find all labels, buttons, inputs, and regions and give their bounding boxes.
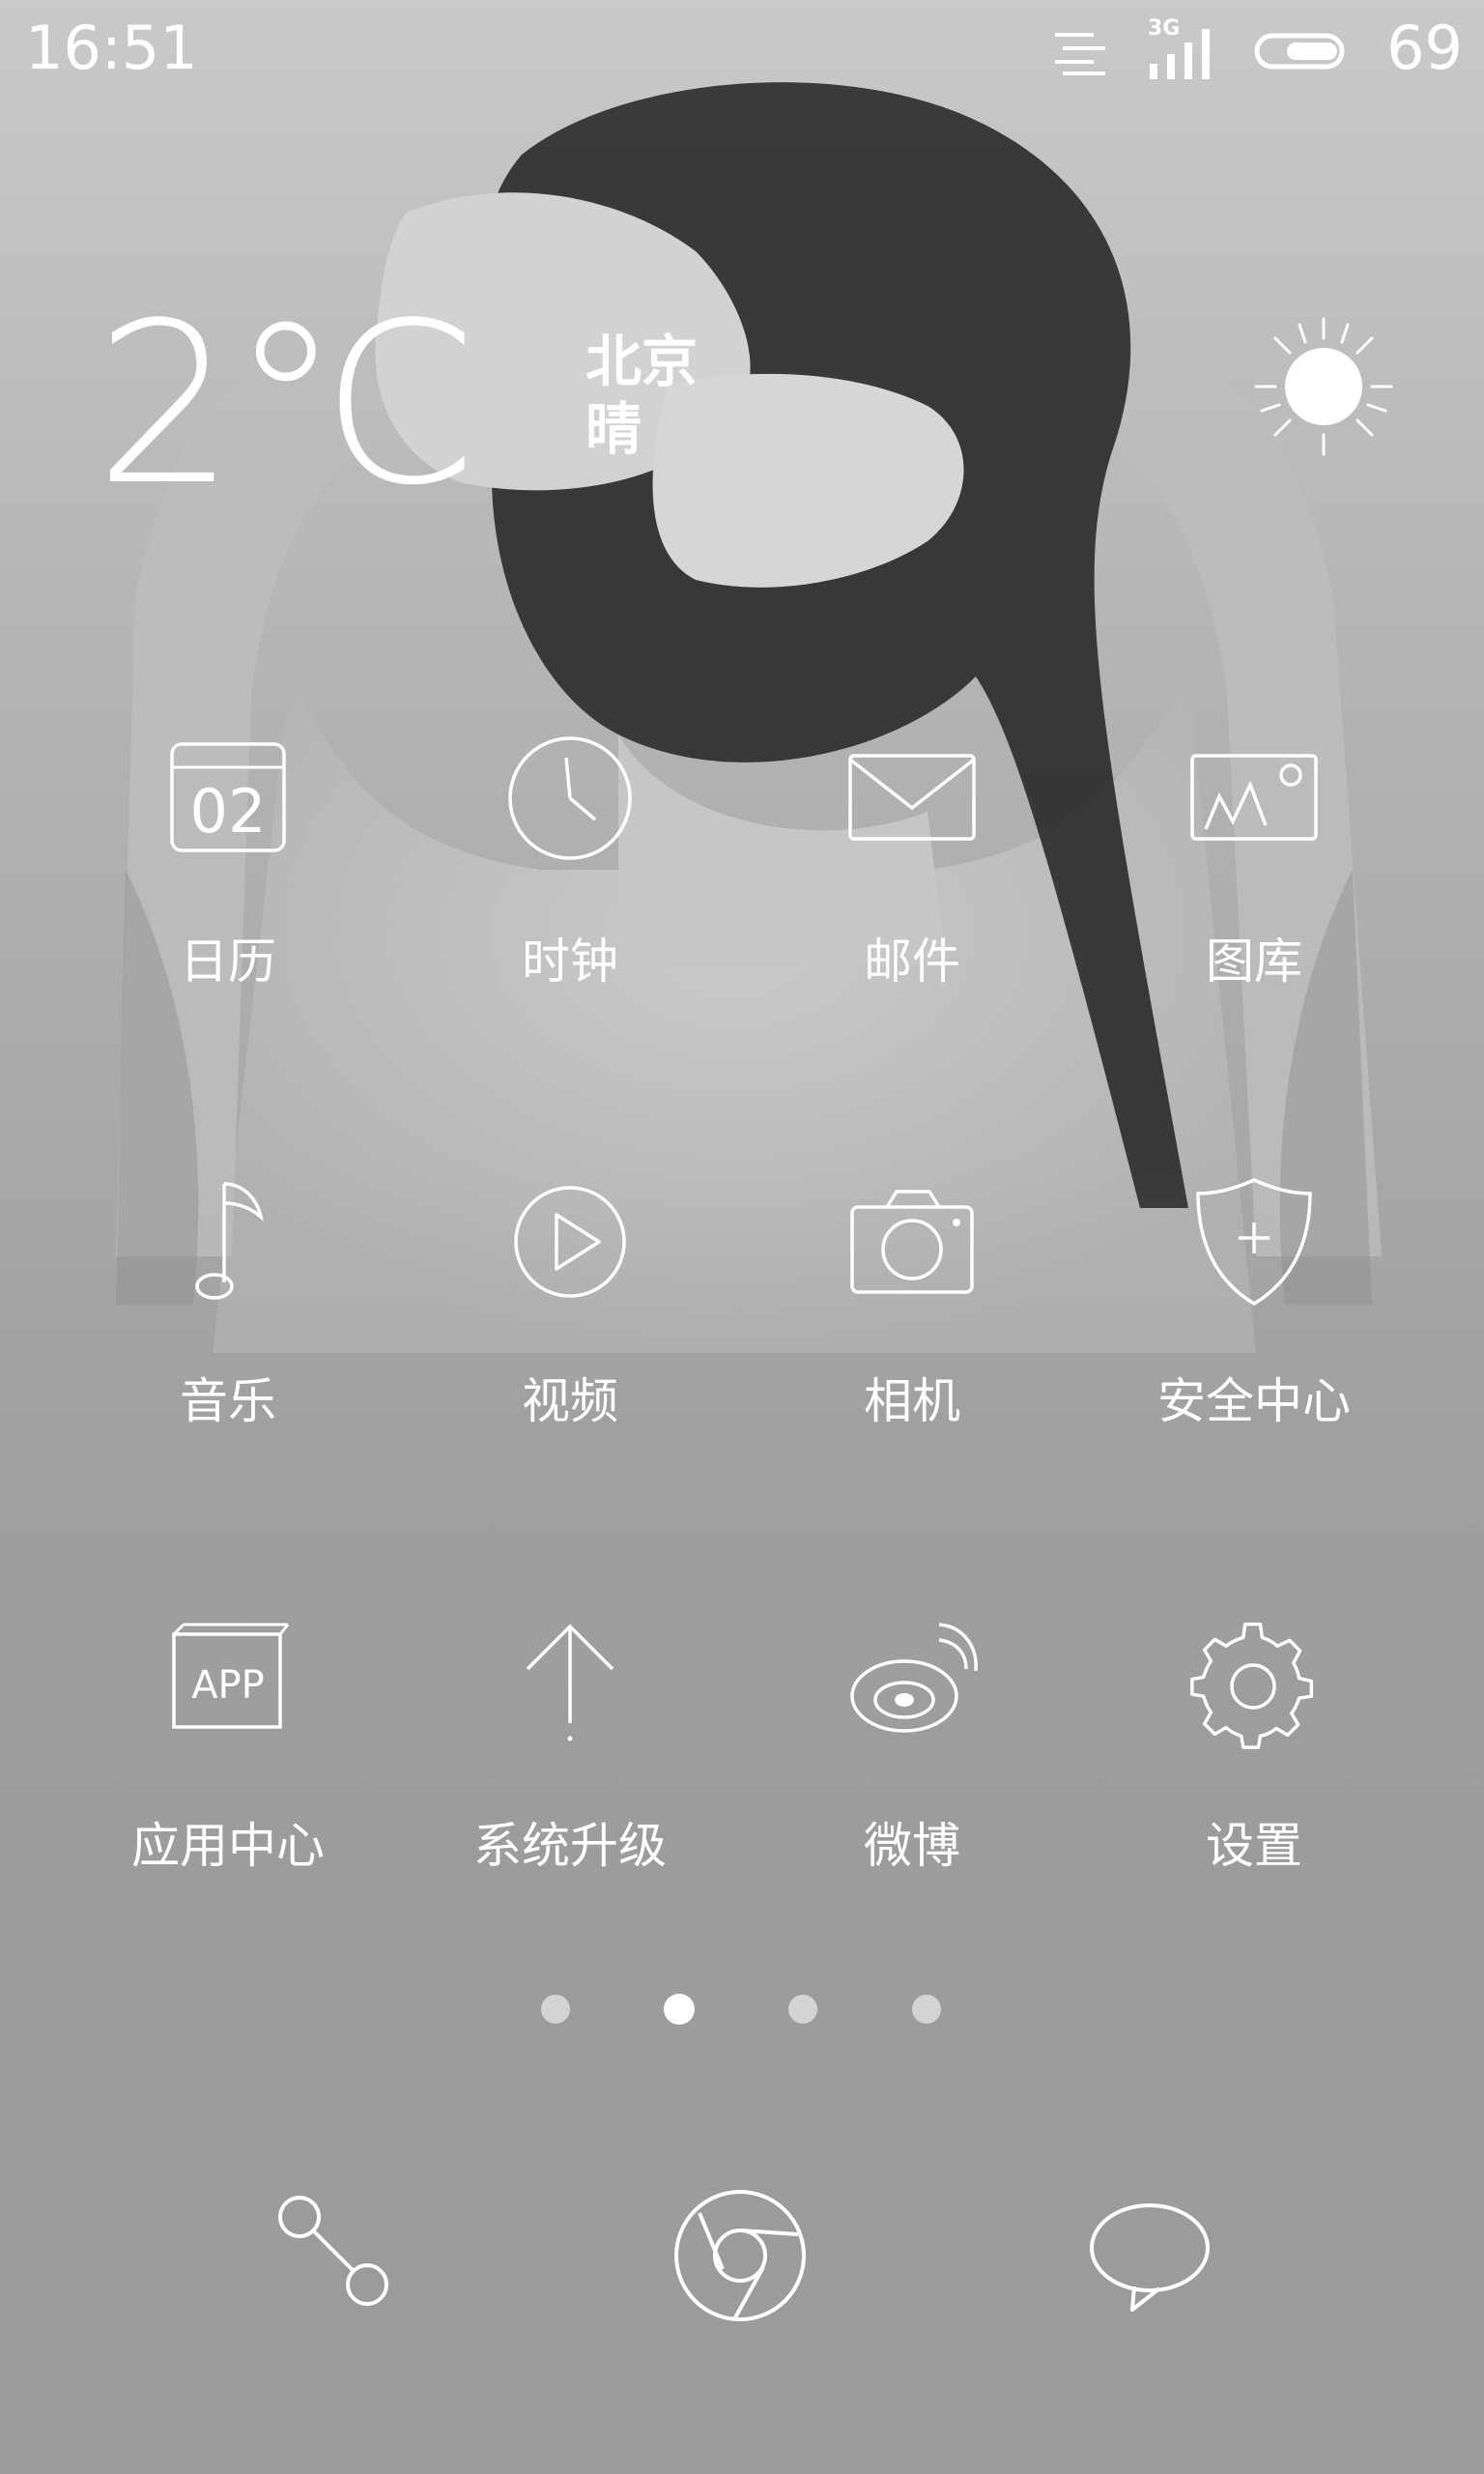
app-app-center[interactable]: APP 应用中心 (57, 1619, 399, 1889)
app-label: 音乐 (180, 1373, 276, 1429)
notification-lines-icon (1055, 33, 1105, 75)
sun-icon (1254, 317, 1393, 456)
app-calendar[interactable]: 02 日历 (57, 734, 399, 1005)
status-time: 16:51 (25, 13, 198, 83)
app-label: 相机 (864, 1373, 960, 1429)
page-dot-4[interactable] (912, 1995, 941, 2024)
app-weibo[interactable]: 微博 (741, 1619, 1083, 1889)
clock-icon (508, 736, 632, 860)
app-settings[interactable]: 设置 (1083, 1619, 1425, 1889)
battery-percent: 69 (1386, 13, 1463, 83)
app-label: 设置 (1206, 1818, 1302, 1874)
message-bubble-icon[interactable] (1072, 2182, 1227, 2337)
status-bar: 16:51 3G 69 (0, 0, 1484, 101)
app-label: 时钟 (522, 934, 618, 990)
app-label: 邮件 (864, 934, 960, 990)
phone-icon[interactable] (253, 2182, 408, 2337)
gear-icon (1190, 1623, 1314, 1749)
page-dot-1[interactable] (541, 1995, 570, 2024)
app-clock[interactable]: 时钟 (399, 734, 741, 1005)
weather-condition: 晴 (585, 396, 642, 462)
app-security-center[interactable]: 安全中心 (1083, 1174, 1425, 1445)
page-dot-2-active[interactable] (664, 1994, 695, 2025)
battery-icon (1254, 33, 1345, 70)
app-camera[interactable]: 相机 (741, 1174, 1083, 1445)
temperature: 2℃ (95, 276, 480, 534)
shield-plus-icon (1196, 1178, 1312, 1307)
app-music[interactable]: 音乐 (57, 1174, 399, 1445)
app-label: 视频 (522, 1373, 618, 1429)
app-system-update[interactable]: 系统升级 (399, 1619, 741, 1889)
gallery-icon (1190, 754, 1318, 841)
camera-icon (850, 1190, 974, 1294)
arrow-up-icon (526, 1624, 614, 1741)
weather-widget[interactable]: 2℃ 北京 晴 (0, 271, 1484, 522)
app-mail[interactable]: 邮件 (741, 734, 1083, 1005)
app-video[interactable]: 视频 (399, 1174, 741, 1445)
app-label: 应用中心 (131, 1818, 325, 1874)
app-label: 微博 (864, 1818, 960, 1874)
app-store-icon-text: APP (191, 1663, 265, 1708)
city-name: 北京 (585, 329, 699, 394)
weibo-icon (850, 1623, 978, 1733)
app-label: 日历 (180, 934, 276, 990)
browser-icon[interactable] (663, 2182, 817, 2337)
app-label: 系统升级 (473, 1818, 667, 1874)
app-label: 图库 (1206, 934, 1302, 990)
signal-3g-icon: 3G (1148, 17, 1225, 83)
app-label: 安全中心 (1157, 1373, 1351, 1429)
music-note-icon (195, 1182, 264, 1300)
page-indicator[interactable] (0, 1993, 1484, 2026)
play-icon (514, 1186, 626, 1298)
app-gallery[interactable]: 图库 (1083, 734, 1425, 1005)
calendar-date: 02 (189, 776, 267, 847)
mail-icon (848, 754, 976, 841)
page-dot-3[interactable] (788, 1995, 817, 2024)
